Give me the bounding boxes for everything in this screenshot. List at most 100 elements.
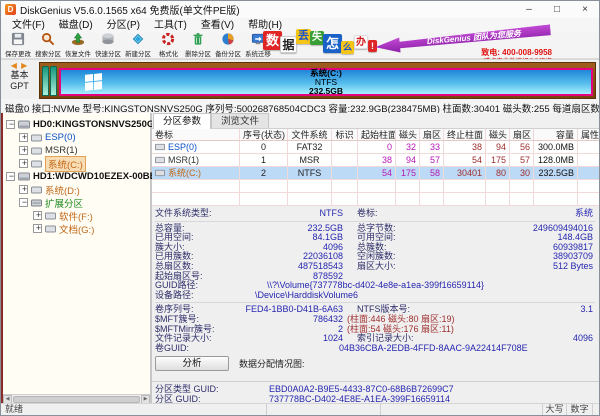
table-row-msr[interactable]: MSR(1) 1MSR 389457 5417557 128.0MB: [152, 154, 599, 167]
partition-icon: [31, 160, 42, 168]
partition-icon: [45, 212, 56, 220]
scrollbar-thumb[interactable]: [13, 396, 140, 403]
expand-toggle-icon[interactable]: [19, 133, 28, 142]
tab-partition-params[interactable]: 分区参数: [153, 113, 211, 129]
backup-partition-button[interactable]: 备份分区: [213, 33, 243, 58]
save-changes-button[interactable]: 保存更改: [3, 33, 33, 58]
disk-nav: ◀ ▶ 基本 GPT: [1, 60, 38, 100]
msr-partition-block[interactable]: [50, 66, 57, 96]
toolbar: 保存更改 搜索分区 恢复文件 快速分区 新建分区 格式化 删除分区 备份分区: [1, 33, 599, 59]
expand-toggle-icon[interactable]: [19, 146, 28, 155]
disk-graphic-panel: ◀ ▶ 基本 GPT 系统(C:) NTFS 232.5GB: [1, 59, 599, 99]
tab-browse-files[interactable]: 浏览文件: [211, 113, 269, 128]
promo-tile: 据: [280, 36, 297, 53]
partition-icon: [31, 186, 42, 194]
promo-tile: !: [368, 40, 377, 52]
maximize-button[interactable]: □: [543, 2, 571, 18]
table-empty-row: [152, 193, 599, 206]
close-button[interactable]: ×: [571, 2, 599, 18]
minimize-button[interactable]: –: [515, 2, 543, 18]
expand-toggle-icon[interactable]: [6, 120, 15, 129]
recover-icon: [71, 32, 85, 49]
format-icon: [161, 32, 175, 49]
promo-tile: 怎: [323, 34, 342, 53]
menu-partition[interactable]: 分区(P): [100, 18, 147, 33]
status-caps-indicator: 大写: [542, 404, 566, 415]
analyze-bar: 分析 数据分配情况图:: [155, 356, 599, 371]
expand-toggle-icon[interactable]: [6, 172, 15, 181]
diskgenius-window: D DiskGenius V5.6.0.1565 x64 免费版(单文件PE版)…: [0, 0, 600, 416]
tree-item-system-c[interactable]: 系统(C:): [3, 157, 150, 170]
system-c-partition-block[interactable]: 系统(C:) NTFS 232.5GB: [59, 68, 593, 96]
tree-item-hd1[interactable]: HD1:WDCWD10EZEX-00BBHA0(932G: [3, 170, 150, 183]
partition-size: 232.5GB: [309, 87, 343, 96]
main-panel: 分区参数 浏览文件 卷标序号(状态) 文件系统标识 起始柱面磁头 扇区终止柱面 …: [152, 113, 599, 403]
tree-item-software-f[interactable]: 软件(F:): [3, 209, 150, 222]
disk-mode-label: 基本: [1, 70, 38, 81]
recover-files-button[interactable]: 恢复文件: [63, 33, 93, 58]
promo-tile: 办: [354, 35, 368, 49]
title-bar: D DiskGenius V5.6.0.1565 x64 免费版(单文件PE版)…: [1, 1, 599, 18]
tree-item-system-d[interactable]: 系统(D:): [3, 183, 150, 196]
promo-banner[interactable]: 数 据 丢 失 怎 么 办 ! DiskGenius 团队为您服务 致电: 40…: [263, 28, 597, 59]
status-ready: 就绪: [1, 404, 266, 415]
expand-toggle-icon[interactable]: [19, 159, 28, 168]
disk-icon: [18, 172, 30, 181]
table-header-row: 卷标序号(状态) 文件系统标识 起始柱面磁头 扇区终止柱面 磁头扇区 容量属性: [152, 129, 599, 141]
tree-horizontal-scrollbar[interactable]: ◀ ▶: [3, 394, 150, 403]
partition-icon: [45, 225, 56, 233]
disk-prev-next-arrows[interactable]: ◀ ▶: [1, 61, 38, 70]
expand-toggle-icon[interactable]: [19, 198, 28, 207]
partition-table: 卷标序号(状态) 文件系统标识 起始柱面磁头 扇区终止柱面 磁头扇区 容量属性 …: [152, 129, 599, 206]
tree-item-documents-g[interactable]: 文档(G:): [3, 222, 150, 235]
expand-toggle-icon[interactable]: [33, 224, 42, 233]
tree-item-hd0[interactable]: HD0:KINGSTONSNVS250G(233GB): [3, 118, 150, 131]
app-logo-icon: D: [5, 4, 16, 15]
table-row-esp[interactable]: ESP(0) 0FAT32 03233 389456 300.0MB: [152, 141, 599, 154]
status-spacer: [266, 404, 380, 415]
disk-info-line: 磁盘0 接口:NVMe 型号:KINGSTONSNVS250G 序列号:5002…: [1, 99, 599, 113]
pie-backup-icon: [221, 32, 235, 49]
resize-grip[interactable]: [592, 404, 599, 415]
table-row-system-c[interactable]: 系统(C:) 2NTFS 5417558 304018030 232.5GB: [152, 167, 599, 180]
new-partition-button[interactable]: 新建分区: [123, 33, 153, 58]
delete-partition-button[interactable]: 删除分区: [183, 33, 213, 58]
status-num-indicator: 数字: [566, 404, 592, 415]
tab-strip: 分区参数 浏览文件: [152, 113, 599, 129]
tree-item-extended[interactable]: 扩展分区: [3, 196, 150, 209]
analyze-button[interactable]: 分析: [155, 356, 229, 371]
allocation-map-label: 数据分配情况图:: [239, 357, 305, 370]
table-empty-row: [152, 180, 599, 193]
menu-disk[interactable]: 磁盘(D): [52, 18, 100, 33]
partition-icon: [31, 134, 42, 142]
filesystem-params: 文件系统类型:NTFS卷标:系统 总容量:232.5GB总字节数:2496094…: [152, 206, 599, 353]
quick-partition-button[interactable]: 快速分区: [93, 33, 123, 58]
esp-partition-block[interactable]: [42, 66, 49, 96]
tree-item-esp[interactable]: ESP(0): [3, 131, 150, 144]
partition-icon: [155, 156, 165, 164]
window-title: DiskGenius V5.6.0.1565 x64 免费版(单文件PE版): [20, 2, 240, 17]
disk-icon: [18, 120, 30, 129]
expand-toggle-icon[interactable]: [33, 211, 42, 220]
new-partition-icon: [131, 32, 145, 49]
save-icon: [11, 32, 25, 49]
search-partition-button[interactable]: 搜索分区: [33, 33, 63, 58]
quick-partition-icon: [101, 32, 115, 49]
promo-tile: 丢: [296, 29, 311, 44]
menu-file[interactable]: 文件(F): [5, 18, 52, 33]
promo-tile: 失: [310, 31, 324, 45]
partition-icon: [155, 143, 165, 151]
menu-tools[interactable]: 工具(T): [147, 18, 194, 33]
allocation-map-area: [152, 373, 599, 381]
format-button[interactable]: 格式化: [153, 33, 183, 58]
expand-toggle-icon[interactable]: [19, 185, 28, 194]
disk-scheme-label: GPT: [1, 81, 38, 92]
extended-partition-icon: [31, 199, 42, 207]
partition-icon: [31, 147, 42, 155]
partition-icon: [155, 169, 165, 177]
partition-tree-panel: HD0:KINGSTONSNVS250G(233GB) ESP(0) MSR(1…: [1, 113, 152, 403]
status-spacer: [380, 404, 542, 415]
menu-view[interactable]: 查看(V): [194, 18, 241, 33]
windows-logo-icon: [85, 73, 102, 91]
status-bar: 就绪 大写 数字: [1, 403, 599, 415]
